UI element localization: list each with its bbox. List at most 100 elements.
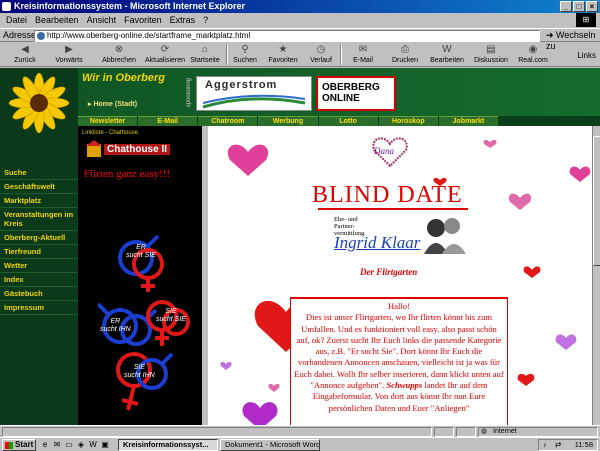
nav-geschaeftswelt[interactable]: Geschäftswelt: [0, 180, 78, 194]
menu-ansicht[interactable]: Ansicht: [87, 13, 117, 27]
nav-marktplatz[interactable]: Marktplatz: [0, 194, 78, 208]
sym2-line2: sucht IHN: [100, 326, 131, 333]
heart-red-icon: [517, 373, 535, 386]
menu-extras[interactable]: Extras: [170, 13, 196, 27]
nav-gaestebuch[interactable]: Gästebuch: [0, 287, 78, 301]
tab-newsletter[interactable]: Newsletter: [78, 116, 138, 126]
task-ie[interactable]: Kreisinformationssyst...: [118, 439, 218, 451]
chat-header[interactable]: Linkliste - Chathouse: [82, 130, 138, 136]
task-word-label: Dokument1 - Microsoft Word: [225, 440, 320, 449]
oberberg-online-banner[interactable]: OBERBERG ONLINE: [316, 76, 396, 111]
chathouse-logo[interactable]: Chathouse II: [86, 140, 176, 160]
sie-sucht-ihn-icon[interactable]: [116, 352, 174, 411]
mail-label: E-Mail: [353, 57, 373, 64]
task-word[interactable]: Dokument1 - Microsoft Word: [220, 439, 320, 451]
intro-textbox: Hallo! Dies ist unser Flirtgarten, wo Ih…: [290, 297, 508, 425]
ingrid-klaar-link[interactable]: Ingrid Klaar: [334, 233, 420, 253]
windows-logo-icon: ⊞: [576, 13, 596, 27]
scroll-thumb[interactable]: [593, 136, 600, 266]
back-label: Zurück: [14, 57, 36, 64]
tab-horoskop[interactable]: Horoskop: [378, 116, 438, 126]
heart-red-icon: [523, 266, 541, 278]
page-scrollbar[interactable]: [592, 126, 600, 425]
status-text: [2, 427, 432, 437]
menu-bearbeiten[interactable]: Bearbeiten: [35, 13, 79, 27]
edit-button[interactable]: W Bearbeiten: [426, 43, 468, 67]
nav-oberberg-aktuell[interactable]: Oberberg-Aktuell: [0, 231, 78, 245]
quicklaunch-channel-icon[interactable]: ◈: [76, 440, 86, 450]
blind-date-title: BLIND DATE: [312, 182, 463, 208]
left-nav: Suche Geschäftswelt Marktplatz Veranstal…: [0, 166, 78, 315]
refresh-button[interactable]: ⟳ Aktualisieren: [140, 43, 190, 67]
menu-help[interactable]: ?: [203, 13, 208, 27]
minimize-button[interactable]: _: [560, 1, 572, 12]
favorites-button[interactable]: ★ Favoriten: [262, 43, 304, 67]
stop-button[interactable]: ⊗ Abbrechen: [98, 43, 140, 67]
network-icon[interactable]: ⇄: [555, 440, 561, 450]
mail-button[interactable]: ✉ E-Mail: [342, 43, 384, 67]
edit-icon: W: [442, 44, 452, 55]
tab-chatroom[interactable]: Chatroom: [198, 116, 258, 126]
home-link[interactable]: ▸ Home (Stadt): [88, 100, 137, 108]
tab-email[interactable]: E-Mail: [138, 116, 198, 126]
greeting: Hallo!: [388, 301, 410, 311]
heart-pink-icon: [227, 144, 269, 176]
maximize-button[interactable]: □: [573, 1, 585, 12]
sym4-line1: SIE: [133, 364, 146, 371]
page-viewport: Suche Geschäftswelt Marktplatz Veranstal…: [0, 68, 600, 425]
aggerstrom-banner[interactable]: Aggerstrom: [196, 76, 312, 111]
ie-icon: [2, 2, 11, 11]
favorites-icon: ★: [278, 44, 288, 55]
quicklaunch-desktop-icon[interactable]: ▭: [64, 440, 74, 450]
quicklaunch-ie-icon[interactable]: e: [40, 440, 50, 450]
nav-index[interactable]: Index: [0, 273, 78, 287]
dana-label: Dana: [374, 146, 394, 156]
nav-impressum[interactable]: Impressum: [0, 301, 78, 315]
chat-tagline: Flirten ganz easy!!!: [84, 168, 171, 180]
site-logo[interactable]: Wir in Oberberg: [82, 72, 165, 84]
print-label: Drucken: [391, 57, 419, 64]
quicklaunch-app-icon[interactable]: ▣: [100, 440, 110, 450]
back-button[interactable]: ◀ Zurück: [4, 43, 46, 67]
tab-lotto[interactable]: Lotto: [318, 116, 378, 126]
search-button[interactable]: ⚲ Suchen: [224, 43, 266, 67]
quicklaunch-outlook-icon[interactable]: ✉: [52, 440, 62, 450]
discuss-button[interactable]: ▤ Diskussion: [470, 43, 512, 67]
start-button[interactable]: Start: [2, 439, 36, 451]
left-nav-panel: Suche Geschäftswelt Marktplatz Veranstal…: [0, 68, 78, 425]
tab-werbung[interactable]: Werbung: [258, 116, 318, 126]
realcom-button[interactable]: ◉ Real.com: [512, 43, 554, 67]
nav-wetter[interactable]: Wetter: [0, 259, 78, 273]
nav-veranstaltungen[interactable]: Veranstaltungen im Kreis: [0, 208, 78, 231]
nav-tierfreund[interactable]: Tierfreund: [0, 245, 78, 259]
close-button[interactable]: ×: [586, 1, 598, 12]
mail-icon: ✉: [358, 44, 368, 55]
chat-panel: Linkliste - Chathouse Chathouse II Flirt…: [78, 126, 202, 425]
sym3-line1: SIE: [165, 308, 177, 315]
back-icon: ◀: [21, 44, 29, 55]
flirtgarten-heading: Der Flirtgarten: [360, 267, 418, 277]
menu-favoriten[interactable]: Favoriten: [124, 13, 162, 27]
discuss-icon: ▤: [486, 44, 496, 55]
heart-pink-icon: [569, 166, 591, 182]
schwupps-word: Schwupps: [386, 380, 423, 391]
menu-datei[interactable]: Datei: [6, 13, 27, 27]
quicklaunch-word-icon[interactable]: W: [88, 440, 98, 450]
print-button[interactable]: ⎙ Drucken: [384, 43, 426, 67]
nav-suche[interactable]: Suche: [0, 166, 78, 180]
favorites-label: Favoriten: [268, 57, 298, 64]
heart-purple-icon: [555, 334, 577, 350]
speaker-icon[interactable]: ♪: [543, 440, 547, 450]
refresh-icon: ⟳: [160, 44, 170, 55]
couple-silhouette-icon: [424, 218, 466, 254]
links-toolbar[interactable]: Links: [577, 51, 596, 60]
address-input[interactable]: http://www.oberberg-online.de/startframe…: [34, 30, 540, 42]
tab-jobmarkt[interactable]: Jobmarkt: [438, 116, 498, 126]
title-bar[interactable]: Kreisinformationssystem - Microsoft Inte…: [0, 0, 600, 13]
page-icon: [37, 32, 45, 40]
forward-button[interactable]: ▶ Vorwärts: [48, 43, 90, 67]
task-ie-label: Kreisinformationssyst...: [123, 440, 209, 449]
history-button[interactable]: ◷ Verlauf: [300, 43, 342, 67]
home-button[interactable]: ⌂ Startseite: [184, 43, 226, 67]
heart-purple-icon: [242, 402, 278, 425]
